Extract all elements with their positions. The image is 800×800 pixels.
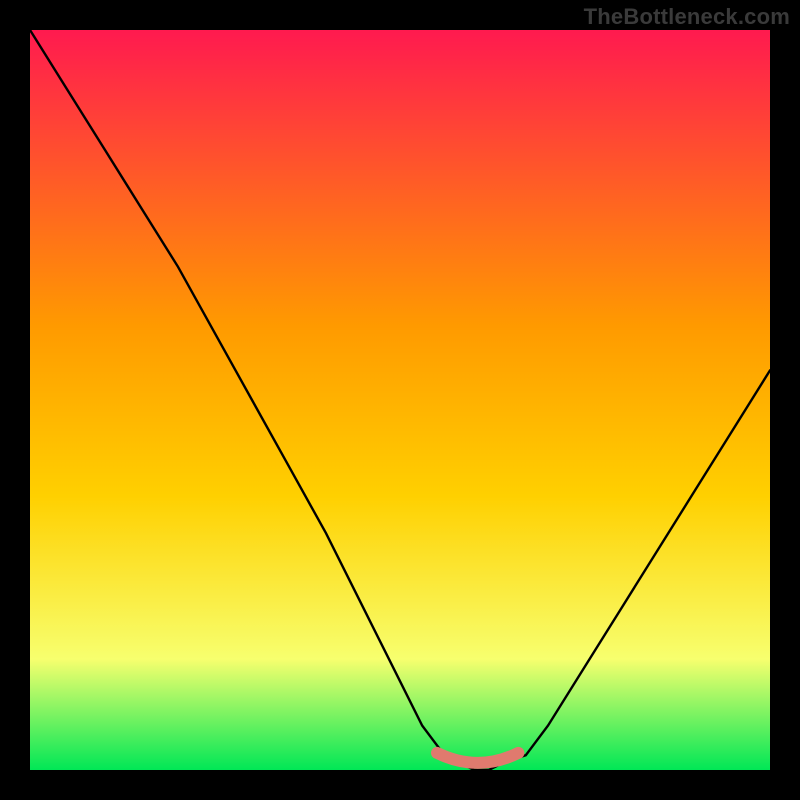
- bottleneck-chart: [30, 30, 770, 770]
- gradient-background: [30, 30, 770, 770]
- plot-area: [30, 30, 770, 770]
- watermark-label: TheBottleneck.com: [584, 4, 790, 30]
- chart-frame: TheBottleneck.com: [0, 0, 800, 800]
